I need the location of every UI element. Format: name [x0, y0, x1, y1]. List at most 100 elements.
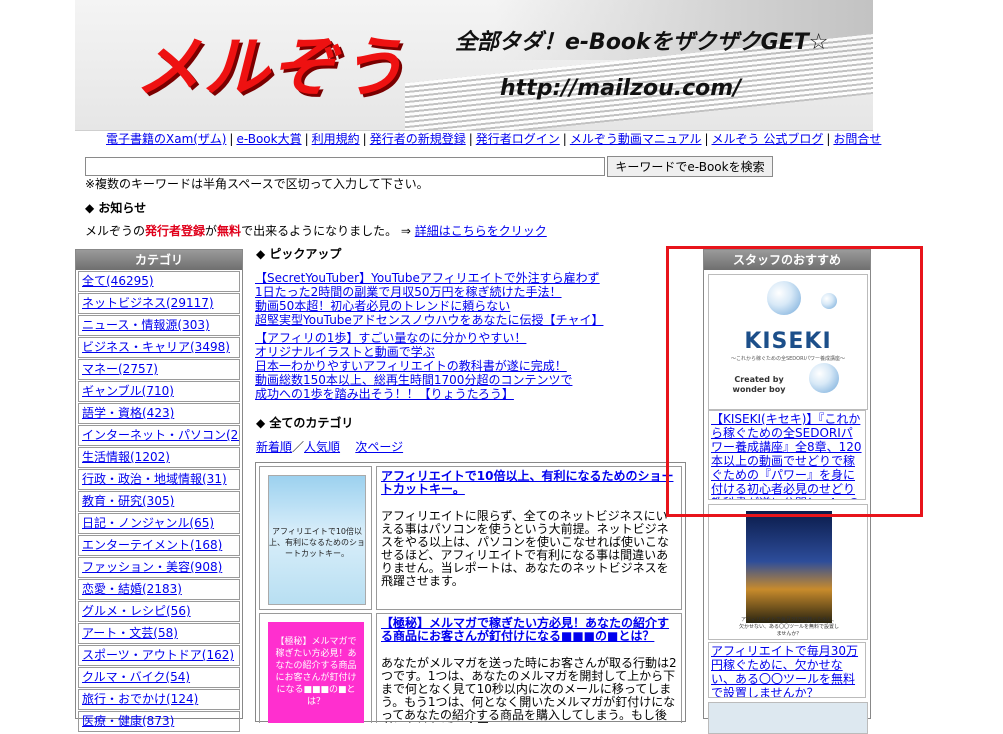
affiliate-cover-image[interactable]: アフィリエイトで毎月30万円稼ぐために、欠かせない、ある〇〇ツールを無料で設置し…: [708, 504, 868, 640]
ebook-info-cell: アフィリエイトで10倍以上、有利になるためのショートカットキー。 アフィリエイト…: [376, 466, 682, 610]
pickup-link[interactable]: 超堅実型YouTubeアドセンスノウハウをあなたに伝授【チャイ】: [255, 313, 603, 327]
category-item[interactable]: 全て(46295): [78, 271, 240, 292]
notice-mid: が: [205, 224, 218, 238]
kiseki-cover-image[interactable]: KISEKI 〜これから稼ぐための全SEDORIパワー養成講座〜 Created…: [708, 274, 868, 410]
category-item[interactable]: 語学・資格(423): [78, 403, 240, 424]
category-item[interactable]: マネー(2757): [78, 359, 240, 380]
category-item[interactable]: スポーツ・アウトドア(162): [78, 645, 240, 666]
staff-picks-sidebar: スタッフのおすすめ KISEKI 〜これから稼ぐための全SEDORIパワー養成講…: [703, 249, 871, 734]
pickup-heading: ◆ ピックアップ: [256, 247, 342, 261]
category-item[interactable]: ネットビジネス(29117): [78, 293, 240, 314]
category-link[interactable]: ネットビジネス(29117): [82, 296, 214, 310]
category-link[interactable]: 医療・健康(873): [82, 714, 174, 728]
category-link[interactable]: 語学・資格(423): [82, 406, 174, 420]
ebook-description: アフィリエイトに限らず、全てのネットビジネスにいえる事はパソコンを使うという大前…: [381, 509, 670, 588]
nav-link-ebook-award[interactable]: e-Book大賞: [236, 132, 301, 146]
category-item[interactable]: インターネット・パソコン(2921): [78, 425, 240, 446]
search-button[interactable]: キーワードでe-Bookを検索: [607, 156, 773, 177]
kiseki-author: Created by wonder boy: [732, 375, 786, 394]
ebook-cover[interactable]: 【極秘】メルマガで稼ぎたい方必見！あなたの紹介する商品にお客さんが釘付けになる■…: [268, 622, 364, 723]
ebook-list: アフィリエイトで10倍以上、有利になるためのショートカットキー。 アフィリエイト…: [255, 462, 686, 723]
ebook-row: 【極秘】メルマガで稼ぎたい方必見！あなたの紹介する商品にお客さんが釘付けになる■…: [259, 613, 682, 723]
pickup-link[interactable]: 1日たった2時間の副業で月収50万円を稼ぎ続けた手法！: [255, 285, 562, 299]
kiseki-subtitle: 〜これから稼ぐための全SEDORIパワー養成講座〜: [730, 356, 846, 362]
category-item[interactable]: ギャンブル(710): [78, 381, 240, 402]
category-link[interactable]: 旅行・おでかけ(124): [82, 692, 198, 706]
cover-caption: アフィリエイトで毎月30万円稼ぐために、欠かせない、ある〇〇ツールを無料で設置し…: [739, 617, 840, 637]
category-link[interactable]: グルメ・レシピ(56): [82, 604, 191, 618]
notice-highlight-register: 発行者登録: [145, 224, 206, 238]
staff-pick-image[interactable]: [708, 702, 868, 734]
category-link[interactable]: インターネット・パソコン(2921): [82, 428, 239, 442]
ebook-cover-text: 【極秘】メルマガで稼ぎたい方必見！あなたの紹介する商品にお客さんが釘付けになる■…: [275, 637, 357, 707]
category-item[interactable]: アート・文芸(58): [78, 623, 240, 644]
sort-separator: ／: [292, 440, 305, 454]
pickup-link[interactable]: 動画総数150本以上、総再生時間1700分超のコンテンツで: [255, 373, 572, 387]
category-item[interactable]: 日記・ノンジャンル(65): [78, 513, 240, 534]
pickup-link[interactable]: 日本一わかりやすいアフィリエイトの教科書が遂に完成！: [255, 359, 567, 373]
category-link[interactable]: ニュース・情報源(303): [82, 318, 210, 332]
nav-link-video-manual[interactable]: メルぞう動画マニュアル: [570, 132, 702, 146]
sort-new-link[interactable]: 新着順: [256, 440, 292, 454]
category-item[interactable]: 教育・研究(305): [78, 491, 240, 512]
nav-link-xam[interactable]: 電子書籍のXam(ザム): [106, 132, 226, 146]
ebook-title-link[interactable]: 【極秘】メルマガで稼ぎたい方必見！あなたの紹介する商品にお客さんが釘付けになる■…: [381, 617, 677, 643]
category-item[interactable]: 医療・健康(873): [78, 711, 240, 732]
category-link[interactable]: マネー(2757): [82, 362, 158, 376]
category-link[interactable]: 恋愛・結婚(2183): [82, 582, 182, 596]
category-item[interactable]: ファッション・美容(908): [78, 557, 240, 578]
ebook-description: あなたがメルマガを送った時にお客さんが取る行動は2つです。1つは、あなたのメルマ…: [381, 656, 677, 724]
category-link[interactable]: 行政・政治・地域情報(31): [82, 472, 227, 486]
notice-detail-link[interactable]: 詳細はこちらをクリック: [415, 224, 547, 238]
category-link[interactable]: 生活情報(1202): [82, 450, 170, 464]
staff-picks-header: スタッフのおすすめ: [704, 250, 870, 270]
category-item[interactable]: ビジネス・キャリア(3498): [78, 337, 240, 358]
category-item[interactable]: グルメ・レシピ(56): [78, 601, 240, 622]
pickup-link[interactable]: オリジナルイラストと動画で学ぶ: [255, 345, 435, 359]
pickup-link[interactable]: 【アフィリの1歩】すごい量なのに分かりやすい！: [255, 331, 526, 345]
staff-pick-link-kiseki[interactable]: 【KISEKI(キセキ)】『これから稼ぐための全SEDORIパワー養成講座』全8…: [711, 412, 862, 499]
sort-popular-link[interactable]: 人気順: [304, 440, 340, 454]
nav-link-publisher-login[interactable]: 発行者ログイン: [476, 132, 560, 146]
kiseki-title: KISEKI: [744, 329, 832, 354]
decor-ball: [767, 281, 801, 315]
all-categories-heading: ◆ 全てのカテゴリ: [256, 416, 354, 430]
category-item[interactable]: ニュース・情報源(303): [78, 315, 240, 336]
category-link[interactable]: エンターテイメント(168): [82, 538, 222, 552]
category-item[interactable]: エンターテイメント(168): [78, 535, 240, 556]
ebook-info-cell: 【極秘】メルマガで稼ぎたい方必見！あなたの紹介する商品にお客さんが釘付けになる■…: [376, 613, 682, 723]
next-page-link[interactable]: 次ページ: [355, 440, 403, 454]
pickup-link[interactable]: 【SecretYouTuber】YouTubeアフィリエイトで外注すら雇わず: [255, 271, 600, 285]
category-item[interactable]: 生活情報(1202): [78, 447, 240, 468]
ebook-thumb-cell: 【極秘】メルマガで稼ぎたい方必見！あなたの紹介する商品にお客さんが釘付けになる■…: [259, 613, 372, 723]
category-header: カテゴリ: [76, 250, 242, 270]
category-link[interactable]: ビジネス・キャリア(3498): [82, 340, 230, 354]
category-item[interactable]: 行政・政治・地域情報(31): [78, 469, 240, 490]
category-item[interactable]: クルマ・バイク(54): [78, 667, 240, 688]
category-link[interactable]: ギャンブル(710): [82, 384, 174, 398]
site-banner[interactable]: メルぞう 全部タダ！e-BookをザクザクGET☆ http://mailzou…: [75, 0, 873, 131]
nav-link-terms[interactable]: 利用規約: [312, 132, 360, 146]
sort-links: 新着順／人気順 次ページ: [256, 438, 403, 455]
pickup-link[interactable]: 成功への1歩を踏み出そう！！【りょうたろう】: [255, 387, 514, 401]
category-link[interactable]: 日記・ノンジャンル(65): [82, 516, 214, 530]
category-link[interactable]: 教育・研究(305): [82, 494, 174, 508]
sagrada-photo: [746, 511, 832, 623]
category-link[interactable]: 全て(46295): [82, 274, 154, 288]
ebook-cover[interactable]: アフィリエイトで10倍以上、有利になるためのショートカットキー。: [268, 475, 366, 605]
search-input[interactable]: [85, 157, 605, 176]
category-link[interactable]: ファッション・美容(908): [82, 560, 222, 574]
nav-link-contact[interactable]: お問合せ: [833, 132, 881, 146]
category-link[interactable]: クルマ・バイク(54): [82, 670, 190, 684]
category-link[interactable]: スポーツ・アウトドア(162): [82, 648, 234, 662]
category-item[interactable]: 恋愛・結婚(2183): [78, 579, 240, 600]
nav-link-official-blog[interactable]: メルぞう 公式ブログ: [712, 132, 824, 146]
category-link[interactable]: アート・文芸(58): [82, 626, 178, 640]
site-logo: メルぞう: [135, 29, 407, 106]
nav-link-publisher-register[interactable]: 発行者の新規登録: [370, 132, 466, 146]
staff-pick-link-affiliate-tool[interactable]: アフィリエイトで毎月30万円稼ぐために、欠かせない、ある〇〇ツールを無料で設置し…: [711, 644, 858, 697]
category-item[interactable]: 旅行・おでかけ(124): [78, 689, 240, 710]
pickup-item-secret-youtuber: 【SecretYouTuber】YouTubeアフィリエイトで外注すら雇わず 1…: [255, 271, 603, 327]
pickup-link[interactable]: 動画50本超！初心者必見のトレンドに頼らない: [255, 299, 510, 313]
ebook-title-link[interactable]: アフィリエイトで10倍以上、有利になるためのショートカットキー。: [381, 470, 677, 496]
